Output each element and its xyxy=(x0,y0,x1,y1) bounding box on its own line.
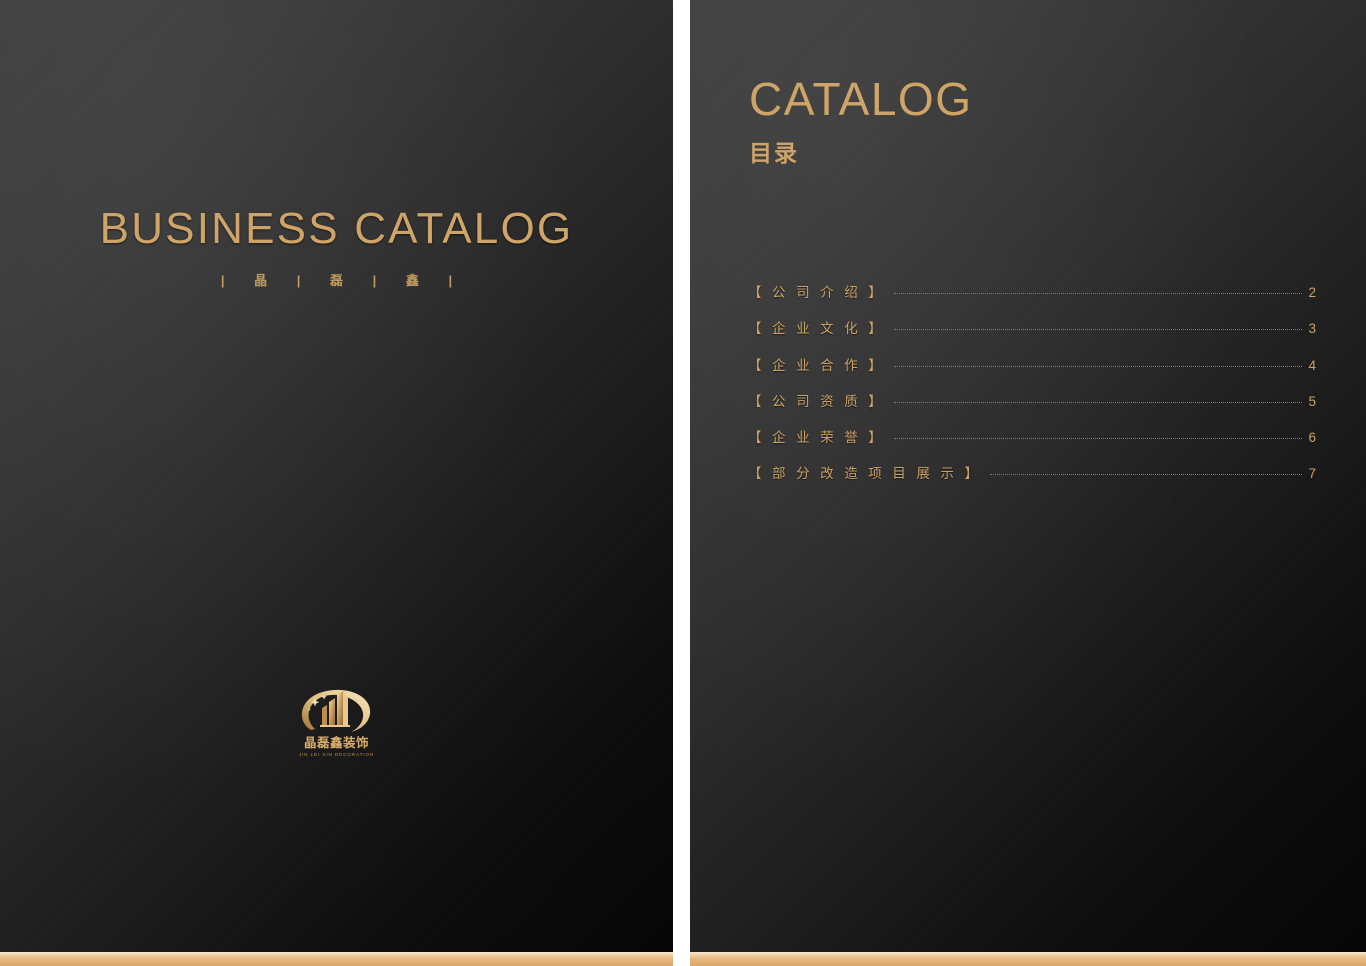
catalog-heading-cn: 目录 xyxy=(749,140,799,166)
catalog-heading-en: CATALOG xyxy=(749,73,973,125)
toc-entry-page-number: 4 xyxy=(1308,357,1316,373)
catalog-page: CATALOG 目录 【 公 司 介 绍 】 2 【 企 业 文 化 】 3 【 企 业… xyxy=(690,0,1366,966)
toc-entry-page-number: 2 xyxy=(1308,285,1316,300)
toc-entry[interactable]: 【 企 业 合 作 】 4 xyxy=(748,354,1316,390)
toc-dot-leader xyxy=(990,474,1302,476)
catalog-heading-block: CATALOG 目录 xyxy=(749,76,973,165)
table-of-contents: 【 公 司 介 绍 】 2 【 企 业 文 化 】 3 【 企 业 合 作 】 4 【 公 … xyxy=(748,281,1316,499)
toc-entry[interactable]: 【 企 业 文 化 】 3 xyxy=(748,317,1316,353)
toc-entry-label: 【 企 业 荣 誉 】 xyxy=(748,430,886,446)
toc-entry[interactable]: 【 公 司 资 质 】 5 xyxy=(748,390,1316,426)
toc-entry-page-number: 6 xyxy=(1308,430,1316,446)
toc-entry-page-number: 3 xyxy=(1308,321,1316,337)
toc-entry-page-number: 7 xyxy=(1308,466,1316,482)
toc-entry-page-number: 5 xyxy=(1308,393,1316,409)
cover-title-block: BUSINESS CATALOG | 晶 | 磊 | 鑫 | xyxy=(0,204,673,289)
logo-name-cn: 晶磊鑫装饰 xyxy=(303,736,369,750)
cover-bottom-gold-bar xyxy=(0,952,673,966)
toc-entry[interactable]: 【 公 司 介 绍 】 2 xyxy=(748,281,1316,317)
building-swoosh-logo-icon xyxy=(301,689,370,732)
cover-page: BUSINESS CATALOG | 晶 | 磊 | 鑫 | 晶磊鑫装饰 JIN… xyxy=(0,0,673,966)
catalog-spread: BUSINESS CATALOG | 晶 | 磊 | 鑫 | 晶磊鑫装饰 JIN… xyxy=(0,0,1366,966)
toc-entry[interactable]: 【 企 业 荣 誉 】 6 xyxy=(748,426,1316,462)
catalog-page-content: CATALOG 目录 【 公 司 介 绍 】 2 【 企 业 文 化 】 3 【 企 业… xyxy=(690,0,1366,966)
logo-name-en: JIN LEI XIN DECORATION xyxy=(298,752,375,757)
toc-dot-leader xyxy=(894,293,1302,294)
toc-dot-leader xyxy=(894,438,1302,440)
toc-dot-leader xyxy=(894,329,1302,331)
catalog-bottom-gold-bar xyxy=(690,952,1366,966)
toc-entry-label: 【 公 司 介 绍 】 xyxy=(748,285,886,300)
toc-entry-label: 【 公 司 资 质 】 xyxy=(748,393,886,409)
cover-title: BUSINESS CATALOG xyxy=(99,204,574,253)
toc-dot-leader xyxy=(894,401,1302,403)
cover-page-content: BUSINESS CATALOG | 晶 | 磊 | 鑫 | 晶磊鑫装饰 JIN… xyxy=(0,0,673,966)
toc-entry-label: 【 企 业 合 作 】 xyxy=(748,357,886,373)
company-logo: 晶磊鑫装饰 JIN LEI XIN DECORATION xyxy=(279,686,395,757)
toc-entry[interactable]: 【 部 分 改 造 项 目 展 示 】 7 xyxy=(748,462,1316,498)
toc-entry-label: 【 企 业 文 化 】 xyxy=(748,321,886,337)
toc-dot-leader xyxy=(894,365,1302,367)
toc-entry-label: 【 部 分 改 造 项 目 展 示 】 xyxy=(748,466,982,482)
cover-subtitle: | 晶 | 磊 | 鑫 | xyxy=(220,273,466,289)
